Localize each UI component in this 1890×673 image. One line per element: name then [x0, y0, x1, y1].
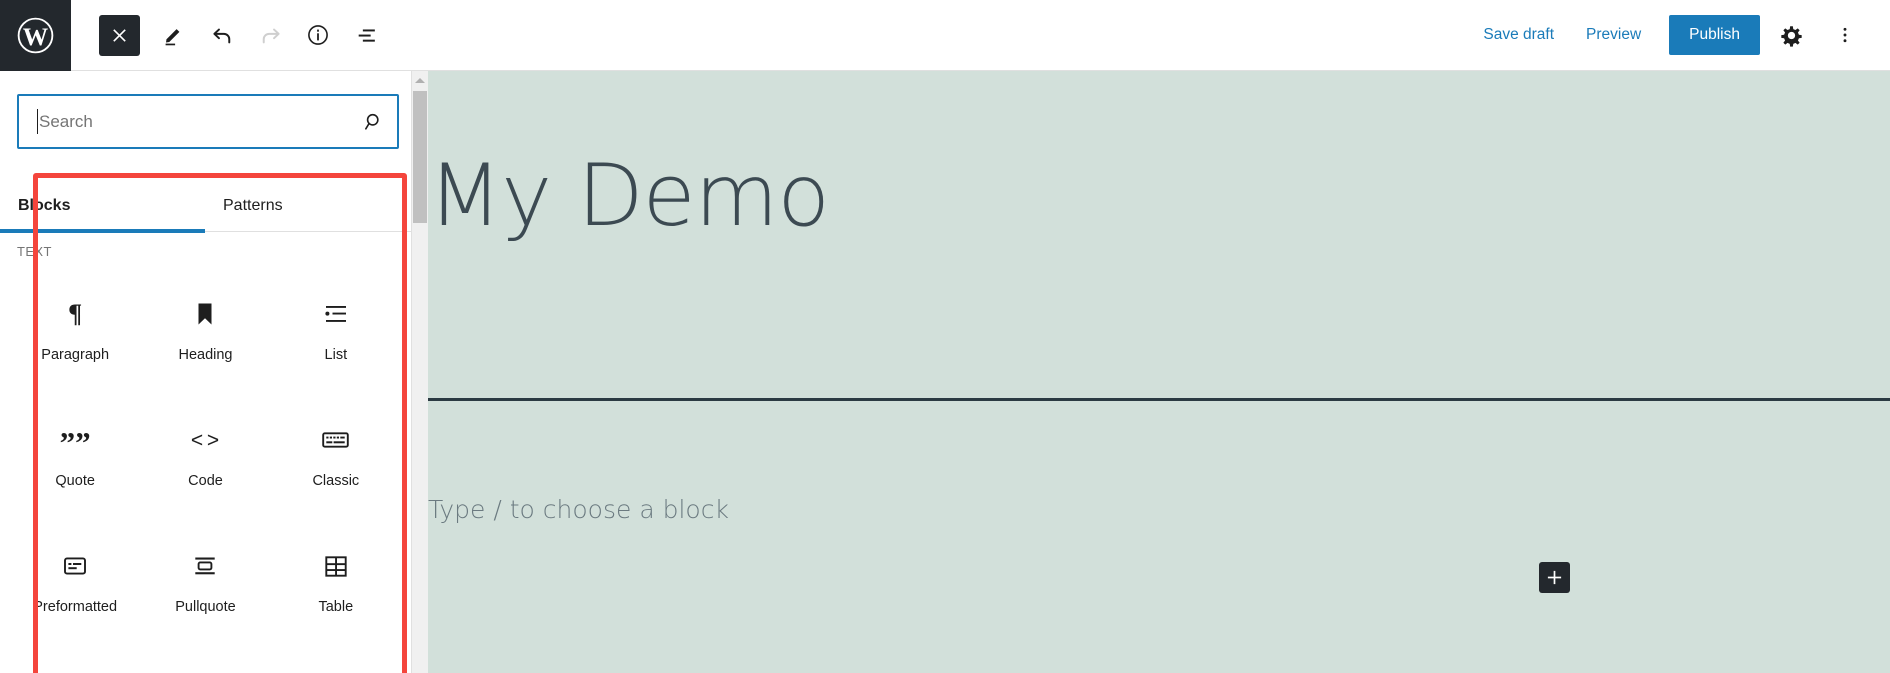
header-tool-group	[71, 13, 392, 57]
angle-brackets-code-icon: < >	[190, 428, 221, 452]
block-item-code[interactable]: < > Code	[140, 397, 270, 523]
block-search-field	[17, 94, 399, 149]
block-item-preformatted[interactable]: Preformatted	[10, 523, 140, 649]
add-block-button[interactable]	[1539, 562, 1570, 593]
block-item-label: List	[324, 347, 348, 363]
svg-text:W: W	[23, 21, 49, 50]
info-circle-icon	[308, 25, 328, 45]
close-editor-button[interactable]	[99, 14, 140, 56]
settings-button[interactable]	[1768, 12, 1814, 58]
blocks-list-scroll-region: TEXT ¶ Paragraph Heading List ”” Quote <…	[0, 233, 411, 673]
more-options-button[interactable]	[1822, 12, 1868, 58]
magnifying-glass-icon	[365, 113, 379, 130]
scroll-up-arrow-icon[interactable]	[412, 71, 428, 89]
redo-arrow-icon	[262, 28, 280, 43]
list-view-icon	[358, 28, 375, 42]
edit-mode-button[interactable]	[152, 13, 196, 57]
pencil-edit-icon	[165, 29, 180, 46]
keyboard-icon	[322, 425, 350, 455]
block-item-classic[interactable]: Classic	[271, 397, 401, 523]
block-item-label: Classic	[312, 473, 360, 489]
pullquote-lines-icon	[193, 551, 217, 581]
block-item-quote[interactable]: ”” Quote	[10, 397, 140, 523]
block-item-label: Quote	[55, 473, 95, 489]
post-title[interactable]: My Demo	[428, 151, 1528, 242]
undo-arrow-icon	[212, 28, 230, 43]
list-view-button[interactable]	[344, 13, 388, 57]
block-item-paragraph[interactable]: ¶ Paragraph	[10, 271, 140, 397]
gear-icon	[1780, 25, 1802, 47]
blocks-grid: ¶ Paragraph Heading List ”” Quote < > Co…	[0, 271, 411, 649]
redo-button[interactable]	[248, 13, 292, 57]
empty-block-appender[interactable]: Type / to choose a block	[428, 423, 1528, 563]
scrollbar-thumb[interactable]	[413, 91, 427, 223]
block-item-label: Preformatted	[33, 599, 118, 615]
bookmark-heading-icon	[194, 299, 216, 329]
three-dots-vertical-icon	[1843, 27, 1847, 43]
header-actions-group: Save draft Preview Publish	[1467, 12, 1890, 58]
undo-button[interactable]	[200, 13, 244, 57]
table-grid-icon	[324, 551, 348, 581]
search-submit-button[interactable]	[355, 103, 393, 141]
save-draft-button[interactable]: Save draft	[1467, 18, 1570, 52]
details-button[interactable]	[296, 13, 340, 57]
title-separator	[428, 398, 1890, 401]
block-item-list[interactable]: List	[271, 271, 401, 397]
close-x-icon	[113, 28, 126, 42]
bulleted-list-icon	[323, 299, 349, 329]
editor-header-toolbar: W Save draft Preview Publish	[0, 0, 1890, 71]
block-item-label: Table	[318, 599, 354, 615]
editor-canvas[interactable]: My Demo Type / to choose a block	[428, 71, 1890, 673]
inserter-scrollbar[interactable]	[412, 71, 428, 673]
block-item-label: Pullquote	[175, 599, 236, 615]
wordpress-block-editor: W Save draft Preview Publish Search Bloc…	[0, 0, 1890, 673]
block-item-table[interactable]: Table	[271, 523, 401, 649]
pilcrow-icon: ¶	[68, 299, 83, 328]
block-inserter-panel: Blocks Patterns TEXT ¶ Paragraph	[0, 71, 411, 673]
block-item-label: Heading	[178, 347, 233, 363]
block-placeholder-text: Type / to choose a block	[428, 495, 729, 524]
block-category-heading: TEXT	[17, 244, 52, 259]
preformatted-box-icon	[63, 551, 87, 581]
tab-blocks[interactable]: Blocks	[0, 179, 205, 233]
quotation-marks-icon: ””	[59, 424, 91, 460]
search-input[interactable]	[17, 94, 399, 149]
block-item-label: Code	[188, 473, 223, 489]
block-item-pullquote[interactable]: Pullquote	[140, 523, 270, 649]
tab-patterns[interactable]: Patterns	[205, 179, 411, 232]
preview-button[interactable]: Preview	[1570, 18, 1657, 52]
publish-button[interactable]: Publish	[1669, 15, 1760, 55]
block-item-heading[interactable]: Heading	[140, 271, 270, 397]
inserter-tabs: Blocks Patterns	[0, 179, 411, 233]
plus-icon	[1547, 570, 1562, 585]
text-cursor	[37, 109, 38, 134]
block-item-label: Paragraph	[41, 347, 110, 363]
wordpress-logo-icon[interactable]: W	[0, 0, 71, 71]
